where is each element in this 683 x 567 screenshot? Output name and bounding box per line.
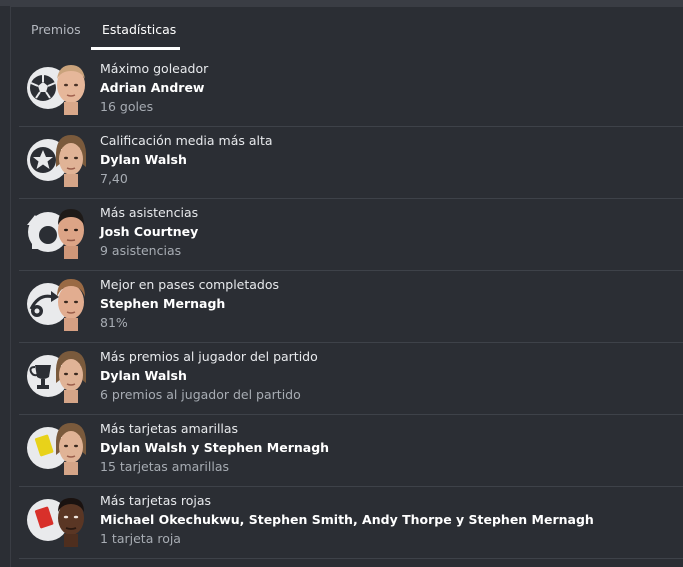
stat-row-pass-completion[interactable]: Mejor en pases completados Stephen Merna… [19, 271, 683, 343]
stat-category: Más asistencias [100, 205, 199, 220]
stat-value: 16 goles [100, 99, 154, 114]
stat-category: Máximo goleador [100, 61, 209, 76]
tab-bar: Premios Estadísticas [11, 7, 683, 50]
stat-player-name[interactable]: Josh Courtney [100, 222, 198, 241]
stat-value: 15 tarjetas amarillas [100, 459, 230, 474]
stat-player-name[interactable]: Dylan Walsh [100, 366, 318, 385]
stat-value: 1 tarjeta roja [100, 531, 181, 546]
stat-category: Calificación media más alta [100, 133, 273, 148]
awards-panel: Premios Estadísticas Máximo goleador Adr… [10, 6, 683, 567]
active-tab-indicator [91, 47, 180, 50]
stat-player-name[interactable]: Michael Okechukwu, Stephen Smith, Andy T… [100, 510, 594, 529]
tab-premios[interactable]: Premios [31, 22, 81, 37]
player-face-josh-courtney [58, 209, 84, 259]
stats-list: Máximo goleador Adrian Andrew 16 goles C… [19, 55, 683, 559]
stat-category: Más tarjetas amarillas [100, 421, 239, 436]
stat-row-top-scorer[interactable]: Máximo goleador Adrian Andrew 16 goles [19, 55, 683, 127]
stat-value: 81% [100, 315, 128, 330]
stat-value: 6 premios al jugador del partido [100, 387, 301, 402]
stat-player-name[interactable]: Stephen Mernagh [100, 294, 279, 313]
stat-value: 7,40 [100, 171, 128, 186]
player-face-adrian-andrew [57, 65, 85, 115]
stat-category: Más premios al jugador del partido [100, 349, 318, 364]
stat-player-name[interactable]: Adrian Andrew [100, 78, 208, 97]
stat-player-name[interactable]: Dylan Walsh y Stephen Mernagh [100, 438, 329, 457]
stat-row-red-cards[interactable]: Más tarjetas rojas Michael Okechukwu, St… [19, 487, 683, 559]
stat-row-yellow-cards[interactable]: Más tarjetas amarillas Dylan Walsh y Ste… [19, 415, 683, 487]
stat-row-player-of-match[interactable]: Más premios al jugador del partido Dylan… [19, 343, 683, 415]
stat-row-most-assists[interactable]: Más asistencias Josh Courtney 9 asistenc… [19, 199, 683, 271]
stat-player-name[interactable]: Dylan Walsh [100, 150, 273, 169]
stat-category: Mejor en pases completados [100, 277, 280, 292]
stat-row-highest-rating[interactable]: Calificación media más alta Dylan Walsh … [19, 127, 683, 199]
tab-estadisticas[interactable]: Estadísticas [102, 22, 176, 37]
stat-category: Más tarjetas rojas [100, 493, 211, 508]
stat-value: 9 asistencias [100, 243, 182, 258]
player-face-stephen-mernagh [57, 279, 85, 331]
player-face-dylan-walsh [56, 423, 86, 475]
player-face-michael-okechukwu [58, 498, 84, 547]
player-face-dylan-walsh [56, 135, 86, 187]
player-face-dylan-walsh [56, 351, 86, 403]
